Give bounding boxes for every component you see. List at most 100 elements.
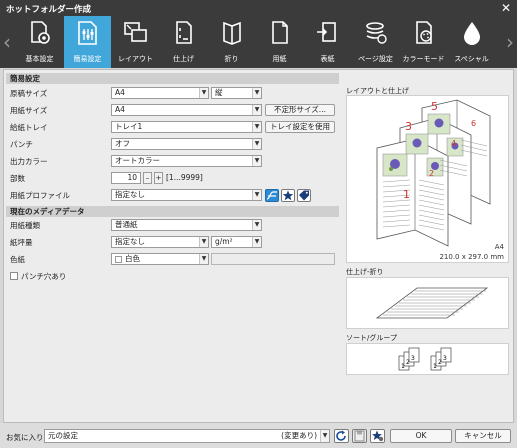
save-button[interactable] bbox=[352, 429, 367, 443]
star-gear-icon bbox=[372, 430, 384, 442]
tab-fold[interactable]: 折り bbox=[208, 16, 255, 68]
sort-preview: 1 2 3 1 2 3 bbox=[346, 343, 509, 375]
basis-weight-select[interactable]: 指定なし ▼ bbox=[111, 236, 209, 248]
profile-favorite-button[interactable] bbox=[281, 189, 295, 202]
chevron-down-icon: ▼ bbox=[199, 237, 208, 247]
tab-special[interactable]: スペシャル bbox=[448, 16, 495, 68]
tab-label: スペシャル bbox=[454, 55, 489, 63]
sort-number: 1 bbox=[433, 363, 437, 370]
tab-page-settings[interactable]: ページ設定 bbox=[352, 16, 399, 68]
category-toolbar: ‹ 基本設定 簡易設定 レイアウト 仕上げ 折り 用紙 表紙 ページ設定 カラー… bbox=[0, 16, 517, 68]
sliders-icon bbox=[78, 21, 97, 45]
scroll-left-icon[interactable]: ‹ bbox=[0, 16, 14, 68]
orientation-select[interactable]: 縦 ▼ bbox=[211, 87, 262, 99]
section-simple-settings: 簡易設定 bbox=[6, 73, 339, 84]
row-basis-weight: 紙坪量 指定なし ▼ g/m² ▼ bbox=[6, 235, 339, 249]
copies-increment-button[interactable]: + bbox=[154, 172, 163, 184]
copies-input[interactable]: 10 bbox=[111, 172, 141, 184]
tab-paper[interactable]: 用紙 bbox=[256, 16, 303, 68]
chevron-down-icon: ▼ bbox=[252, 122, 261, 132]
copies-range: [1...9999] bbox=[166, 173, 203, 182]
star-icon bbox=[282, 190, 294, 201]
favorites-select[interactable]: 元の設定 (変更あり) ▼ bbox=[44, 429, 330, 443]
preview-panel: レイアウトと仕上げ 5 6 3 4 1 2 A4 210.0 x 297.0 m… bbox=[344, 72, 511, 420]
tab-label: 仕上げ bbox=[173, 55, 194, 63]
tab-layout[interactable]: レイアウト bbox=[112, 16, 159, 68]
row-punch: パンチ オフ ▼ bbox=[6, 137, 339, 151]
tab-cover[interactable]: 表紙 bbox=[304, 16, 351, 68]
finishing-icon bbox=[176, 21, 192, 44]
sort-number: 3 bbox=[411, 355, 415, 362]
color-paper-select[interactable]: 白色 ▼ bbox=[111, 253, 209, 265]
title-bar: ホットフォルダー作成 ✕ bbox=[0, 0, 517, 16]
chevron-down-icon: ▼ bbox=[320, 430, 329, 442]
layout-preview: 5 6 3 4 1 2 A4 210.0 x 297.0 mm bbox=[346, 95, 509, 263]
sort-preview-title: ソート/グループ bbox=[346, 334, 397, 342]
palette-icon bbox=[416, 21, 432, 44]
tab-color-mode[interactable]: カラーモード bbox=[400, 16, 447, 68]
chevron-down-icon: ▼ bbox=[252, 237, 261, 247]
paper-size-label: 用紙サイズ bbox=[10, 106, 48, 115]
sort-number: 2 bbox=[438, 359, 442, 366]
feed-tray-select[interactable]: トレイ1 ▼ bbox=[111, 121, 262, 133]
tab-label: カラーモード bbox=[402, 55, 445, 63]
tab-finishing[interactable]: 仕上げ bbox=[160, 16, 207, 68]
fold-preview bbox=[346, 277, 509, 329]
profile-tag-button[interactable] bbox=[297, 189, 311, 202]
close-icon[interactable]: ✕ bbox=[501, 1, 511, 15]
page-settings-icon bbox=[366, 22, 387, 44]
tag-icon bbox=[299, 190, 309, 201]
basis-weight-label: 紙坪量 bbox=[10, 238, 33, 247]
drop-icon bbox=[464, 22, 480, 45]
weight-unit-select[interactable]: g/m² ▼ bbox=[211, 236, 262, 248]
use-tray-settings-button[interactable]: トレイ設定を使用 bbox=[265, 121, 335, 133]
row-paper-type: 用紙種類 普通紙 ▼ bbox=[6, 218, 339, 232]
refresh-icon bbox=[336, 430, 346, 441]
tab-label: 基本設定 bbox=[25, 55, 54, 63]
page-number: 4 bbox=[451, 139, 456, 148]
output-color-select[interactable]: オートカラー ▼ bbox=[111, 155, 262, 167]
punch-select[interactable]: オフ ▼ bbox=[111, 138, 262, 150]
tab-label: 簡易設定 bbox=[73, 55, 102, 63]
sort-illustration: 1 2 3 1 2 3 bbox=[398, 347, 452, 371]
original-size-select[interactable]: A4 ▼ bbox=[111, 87, 209, 99]
refresh-button[interactable] bbox=[334, 429, 349, 443]
ok-button[interactable]: OK bbox=[390, 429, 452, 443]
chevron-down-icon: ▼ bbox=[252, 190, 261, 200]
tab-basic-settings[interactable]: 基本設定 bbox=[16, 16, 63, 68]
row-color-paper: 色紙 白色 ▼ bbox=[6, 252, 339, 266]
custom-size-button[interactable]: 不定形サイズ... bbox=[265, 104, 335, 116]
favorite-settings-button[interactable] bbox=[370, 429, 385, 443]
copies-decrement-button[interactable]: – bbox=[143, 172, 152, 184]
row-feed-tray: 給紙トレイ トレイ1 ▼ トレイ設定を使用 bbox=[6, 120, 339, 134]
punched-checkbox[interactable] bbox=[10, 272, 18, 280]
paper-size-select[interactable]: A4 ▼ bbox=[111, 104, 262, 116]
paper-profile-select[interactable]: 指定なし ▼ bbox=[111, 189, 262, 201]
cover-icon bbox=[317, 22, 336, 42]
paper-type-select[interactable]: 普通紙 ▼ bbox=[111, 219, 262, 231]
tab-label: ページ設定 bbox=[358, 55, 393, 63]
row-paper-size: 用紙サイズ A4 ▼ 不定形サイズ... bbox=[6, 103, 339, 117]
fold-preview-title: 仕上げ-折り bbox=[346, 268, 384, 276]
cancel-button[interactable]: キャンセル bbox=[455, 429, 511, 443]
scroll-right-icon[interactable]: › bbox=[503, 16, 517, 68]
modified-indicator: (変更あり) bbox=[281, 431, 317, 440]
punched-label: パンチ穴あり bbox=[21, 272, 67, 281]
page-number: 3 bbox=[405, 120, 412, 133]
fold-icon bbox=[223, 21, 241, 45]
tab-simple-settings[interactable]: 簡易設定 bbox=[64, 16, 111, 68]
punch-label: パンチ bbox=[10, 140, 33, 149]
chevron-down-icon: ▼ bbox=[252, 88, 261, 98]
paper-icon bbox=[272, 21, 288, 44]
row-copies: 部数 10 – + [1...9999] bbox=[6, 171, 339, 185]
chevron-down-icon: ▼ bbox=[252, 105, 261, 115]
color-detail-field bbox=[211, 253, 335, 265]
tab-label: レイアウト bbox=[118, 55, 153, 63]
page-number: 6 bbox=[471, 119, 476, 128]
profile-edit-button[interactable] bbox=[265, 189, 279, 202]
settings-panel: 簡易設定 原稿サイズ A4 ▼ 縦 ▼ 用紙サイズ A4 ▼ 不定形サイズ... 給紙… bbox=[6, 72, 339, 420]
tab-label: 用紙 bbox=[272, 55, 287, 63]
row-punched: パンチ穴あり bbox=[6, 269, 339, 283]
section-media-data: 現在のメディアデータ bbox=[6, 206, 339, 217]
output-color-label: 出力カラー bbox=[10, 157, 48, 166]
